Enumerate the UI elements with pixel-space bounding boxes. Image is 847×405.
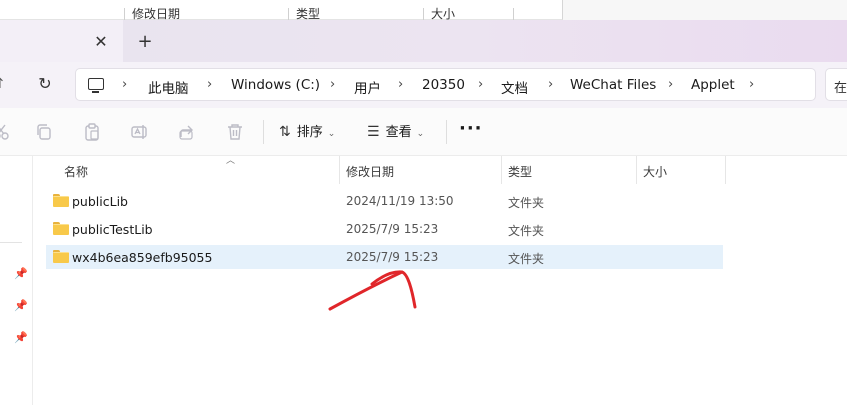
- pin-icon[interactable]: 📌: [14, 332, 28, 344]
- breadcrumb-this-pc[interactable]: 此电脑: [148, 77, 189, 97]
- column-header: ︿ 名称 修改日期 类型 大小: [34, 156, 734, 184]
- chevron-down-icon: ⌄: [327, 129, 336, 139]
- navigation-pane: 📌 📌 📌: [0, 156, 33, 405]
- chevron-right-icon[interactable]: ›: [749, 77, 754, 92]
- column-separator: [513, 8, 514, 20]
- column-separator[interactable]: [636, 156, 637, 184]
- file-modified: 2024/11/19 13:50: [346, 194, 454, 208]
- breadcrumb-documents[interactable]: 文档: [501, 77, 528, 97]
- address-row: ↑ ↻ › 此电脑 › Windows (C:) › 用户 › 20350 › …: [0, 62, 847, 108]
- sort-icon: ⇅: [279, 124, 291, 140]
- toolbar-separator: [446, 120, 447, 144]
- chevron-right-icon[interactable]: ›: [330, 77, 335, 92]
- pin-icon[interactable]: 📌: [14, 300, 28, 312]
- breadcrumb-wechat-files[interactable]: WeChat Files: [570, 77, 656, 93]
- chevron-right-icon[interactable]: ›: [478, 77, 483, 92]
- file-type: 文件夹: [508, 224, 545, 238]
- chevron-right-icon[interactable]: ›: [122, 77, 127, 92]
- background-window-pane: 修改日期 类型 大小: [0, 0, 563, 20]
- file-row[interactable]: publicLib 2024/11/19 13:50 文件夹: [46, 189, 723, 213]
- background-column-modified: 修改日期: [132, 7, 181, 20]
- breadcrumb-applet[interactable]: Applet: [691, 77, 735, 93]
- up-arrow-icon[interactable]: ↑: [0, 76, 6, 92]
- delete-icon[interactable]: [226, 123, 244, 141]
- command-bar: ⇅ 排序 ⌄ ☰ 查看 ⌄ ···: [0, 108, 847, 156]
- chevron-right-icon[interactable]: ›: [548, 77, 553, 92]
- column-header-size[interactable]: 大小: [643, 163, 667, 180]
- column-header-modified[interactable]: 修改日期: [346, 163, 394, 180]
- view-label: 查看: [385, 125, 412, 140]
- chevron-right-icon[interactable]: ›: [207, 77, 212, 92]
- file-type: 文件夹: [508, 252, 545, 266]
- red-annotation-mark: [328, 270, 417, 311]
- copy-icon[interactable]: [35, 123, 53, 141]
- paste-icon[interactable]: [83, 123, 101, 141]
- close-tab-button[interactable]: ✕: [92, 33, 110, 51]
- column-separator[interactable]: [339, 156, 340, 184]
- cut-icon[interactable]: [0, 123, 10, 141]
- chevron-down-icon: ⌄: [416, 129, 425, 139]
- folder-icon: [53, 250, 69, 263]
- background-column-size: 大小: [431, 7, 456, 20]
- column-header-type[interactable]: 类型: [508, 163, 532, 180]
- file-name: publicTestLib: [72, 222, 153, 237]
- file-type: 文件夹: [508, 196, 545, 210]
- sort-caret-icon: ︿: [226, 156, 236, 166]
- column-separator: [423, 8, 424, 20]
- share-icon[interactable]: [178, 123, 196, 141]
- refresh-button[interactable]: ↻: [35, 74, 55, 94]
- breadcrumb-drive[interactable]: Windows (C:): [231, 77, 320, 93]
- sort-button[interactable]: ⇅ 排序 ⌄: [279, 123, 335, 141]
- column-header-name[interactable]: 名称: [64, 163, 88, 180]
- file-name: wx4b6ea859efb95055: [72, 250, 213, 265]
- column-separator[interactable]: [725, 156, 726, 184]
- tab-active[interactable]: ✕: [0, 20, 123, 62]
- column-separator: [124, 8, 125, 20]
- column-separator: [288, 8, 289, 20]
- breadcrumb-user-folder[interactable]: 20350: [422, 77, 465, 93]
- pin-icon[interactable]: 📌: [14, 268, 28, 280]
- rename-icon[interactable]: [131, 123, 149, 141]
- background-column-type: 类型: [296, 7, 321, 20]
- toolbar-separator: [263, 120, 264, 144]
- background-window: 修改日期 类型 大小: [0, 0, 847, 20]
- address-bar[interactable]: › 此电脑 › Windows (C:) › 用户 › 20350 › 文档 ›…: [75, 68, 816, 101]
- folder-icon: [53, 222, 69, 235]
- nav-divider: [0, 242, 22, 243]
- chevron-right-icon[interactable]: ›: [398, 77, 403, 92]
- folder-icon: [53, 194, 69, 207]
- tab-bar: ✕ +: [0, 20, 847, 62]
- more-options-button[interactable]: ···: [459, 118, 483, 139]
- search-input[interactable]: 在: [825, 68, 847, 101]
- file-row[interactable]: publicTestLib 2025/7/9 15:23 文件夹: [46, 217, 723, 241]
- search-placeholder: 在: [834, 81, 847, 96]
- new-tab-button[interactable]: +: [136, 33, 154, 51]
- computer-icon: [88, 78, 104, 93]
- sort-label: 排序: [296, 125, 323, 140]
- breadcrumb-users[interactable]: 用户: [354, 77, 381, 97]
- chevron-right-icon[interactable]: ›: [668, 77, 673, 92]
- view-button[interactable]: ☰ 查看 ⌄: [367, 123, 424, 141]
- file-name: publicLib: [72, 194, 128, 209]
- column-separator[interactable]: [501, 156, 502, 184]
- view-icon: ☰: [367, 124, 380, 140]
- file-modified: 2025/7/9 15:23: [346, 222, 439, 236]
